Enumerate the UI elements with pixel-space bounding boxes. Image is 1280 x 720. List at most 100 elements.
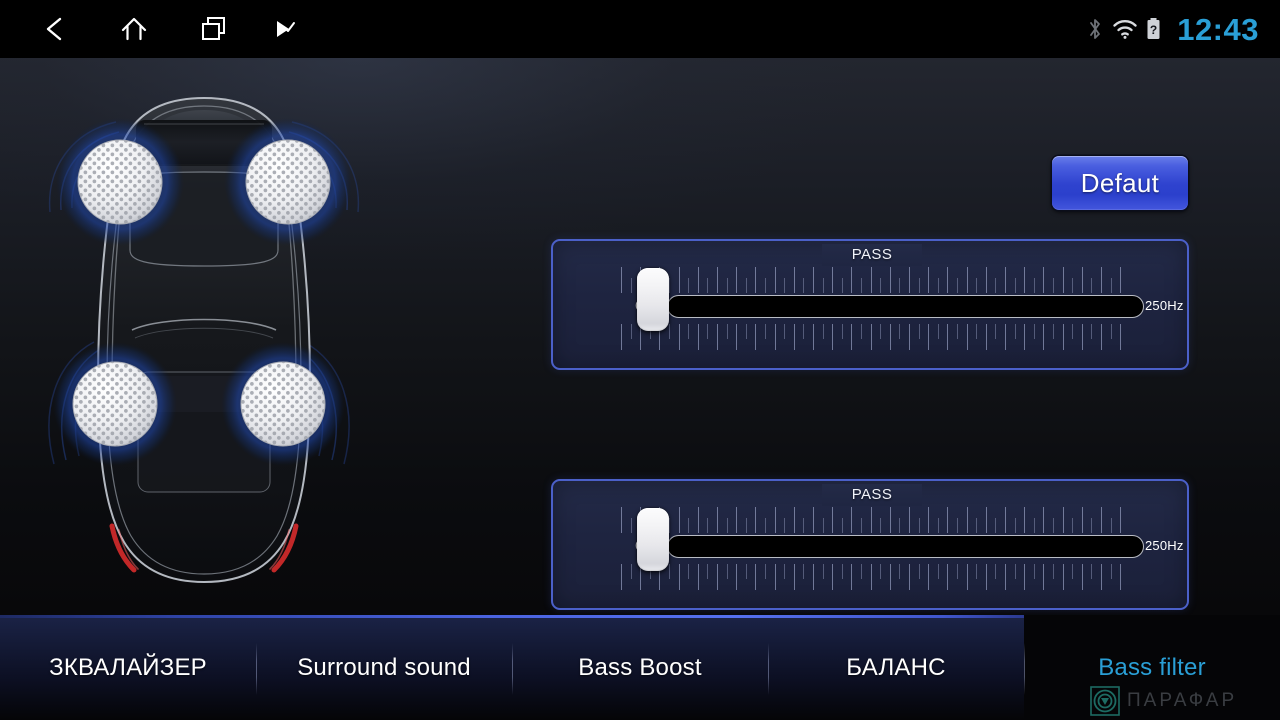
scale-tick — [1062, 507, 1064, 533]
scale-tick — [1091, 518, 1093, 533]
tab-balance[interactable]: БАЛАНС — [768, 615, 1024, 720]
scale-tick — [717, 564, 718, 590]
default-button-label: Defaut — [1080, 167, 1160, 198]
highpass-track[interactable] — [667, 295, 1144, 318]
scale-tick — [937, 324, 939, 339]
scale-tick — [861, 278, 862, 293]
scale-tick — [717, 324, 718, 350]
scale-tick — [880, 324, 882, 339]
scale-tick — [1120, 267, 1122, 293]
scale-tick — [1024, 324, 1026, 350]
scale-tick — [1005, 507, 1006, 533]
scale-tick — [1072, 518, 1074, 533]
scale-tick — [995, 324, 997, 339]
scale-tick — [1110, 278, 1112, 293]
lowpass-max-label: 250Hz — [1145, 538, 1184, 553]
scale-tick — [976, 278, 978, 293]
default-button[interactable]: Defaut — [1052, 156, 1188, 210]
main-content: Defaut PASS 0Hz 250Hz PASS 0Hz 250Hz — [0, 58, 1280, 615]
scale-tick — [1072, 278, 1074, 293]
tab-balance-label: БАЛАНС — [846, 653, 946, 681]
scale-tick — [813, 564, 814, 590]
scale-tick — [669, 564, 670, 579]
scale-tick — [1005, 324, 1006, 350]
scale-tick — [966, 324, 968, 350]
scale-tick — [832, 564, 834, 590]
scale-tick — [1053, 278, 1054, 293]
scale-tick — [947, 324, 949, 350]
scale-tick — [745, 564, 747, 579]
scale-tick — [1062, 267, 1064, 293]
scale-tick — [1053, 564, 1054, 579]
recents-icon[interactable] — [185, 0, 243, 58]
scale-tick — [880, 518, 882, 533]
status-clock: 12:43 — [1177, 11, 1259, 47]
scale-tick — [1062, 564, 1064, 590]
scale-tick — [1110, 324, 1112, 339]
scale-tick — [697, 564, 699, 590]
back-icon[interactable] — [26, 0, 84, 58]
scale-tick — [928, 507, 930, 533]
tab-surround-sound[interactable]: Surround sound — [256, 615, 512, 720]
scale-tick — [966, 507, 968, 533]
scale-tick — [1101, 267, 1102, 293]
scale-tick — [870, 507, 872, 533]
battery-glyph: ? — [1147, 18, 1160, 39]
scale-tick — [966, 267, 968, 293]
highpass-thumb[interactable] — [637, 268, 669, 331]
scale-tick — [678, 324, 680, 350]
scale-tick — [909, 267, 910, 293]
scale-tick — [889, 324, 891, 350]
scale-tick — [678, 564, 680, 590]
scale-tick — [861, 518, 862, 533]
scale-tick — [851, 267, 853, 293]
scale-tick — [621, 507, 622, 533]
scale-tick — [736, 267, 738, 293]
scale-tick — [736, 324, 738, 350]
scale-tick — [726, 324, 728, 339]
scale-tick — [774, 324, 776, 350]
scale-tick — [793, 324, 795, 350]
scale-tick — [889, 507, 891, 533]
scale-tick — [1043, 564, 1045, 590]
scale-tick — [765, 324, 766, 339]
tab-bass-filter[interactable]: Bass filter — [1024, 615, 1280, 720]
scale-tick — [889, 267, 891, 293]
scale-tick — [697, 324, 699, 350]
scale-tick — [1053, 518, 1054, 533]
scale-tick — [1033, 518, 1035, 533]
home-glyph — [121, 17, 147, 41]
scale-tick — [1081, 507, 1083, 533]
scale-tick — [803, 518, 805, 533]
scale-tick — [957, 564, 958, 579]
scale-tick — [899, 324, 901, 339]
lowpass-thumb[interactable] — [637, 508, 669, 571]
scale-tick — [1072, 324, 1074, 339]
scale-tick — [813, 267, 814, 293]
scale-tick — [870, 267, 872, 293]
scale-tick — [841, 518, 843, 533]
home-icon[interactable] — [105, 0, 163, 58]
scale-tick — [717, 507, 718, 533]
scale-tick — [688, 564, 690, 579]
scale-tick — [1014, 278, 1016, 293]
scale-tick — [851, 324, 853, 350]
lowpass-track[interactable] — [667, 535, 1144, 558]
lowpass-filter-panel[interactable]: PASS 0Hz 250Hz — [551, 479, 1189, 610]
tab-bass-boost[interactable]: Bass Boost — [512, 615, 768, 720]
tab-bass-boost-label: Bass Boost — [578, 653, 702, 681]
scale-tick — [630, 278, 632, 293]
highpass-filter-panel[interactable]: PASS 0Hz 250Hz — [551, 239, 1189, 370]
car-illustration-graphic — [48, 96, 360, 584]
tab-equalizer[interactable]: ЗКВАЛАЙЗЕР — [0, 615, 256, 720]
scale-tick — [1053, 324, 1054, 339]
scale-tick — [813, 507, 814, 533]
scale-tick — [1033, 324, 1035, 339]
scale-tick — [755, 324, 757, 350]
scale-tick — [697, 507, 699, 533]
scale-tick — [1033, 278, 1035, 293]
scale-tick — [947, 507, 949, 533]
scale-tick — [774, 267, 776, 293]
menu-icon[interactable] — [256, 0, 314, 58]
highpass-title: PASS — [851, 246, 893, 263]
